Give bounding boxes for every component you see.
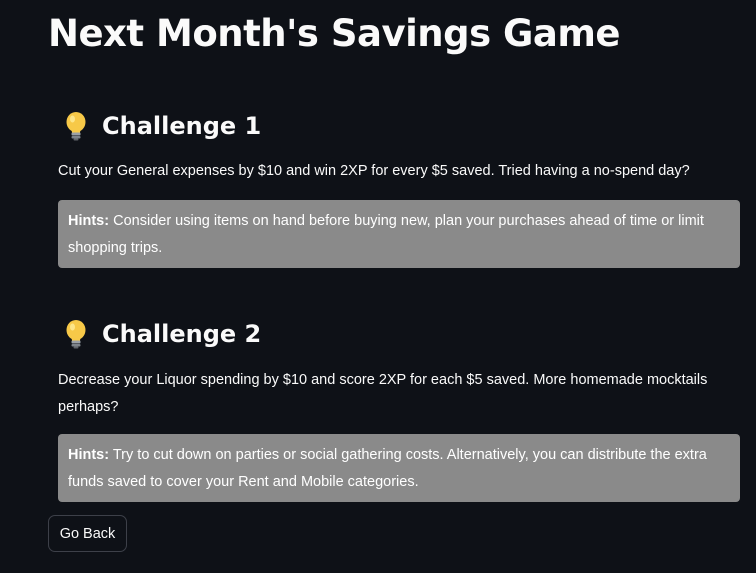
challenge-2-hint-text: Try to cut down on parties or social gat…: [68, 447, 707, 490]
challenge-1-title: Challenge 1: [102, 112, 262, 140]
challenge-2-title: Challenge 2: [102, 320, 262, 348]
lightbulb-icon: [62, 111, 90, 141]
challenge-2-hint-box: Hints: Try to cut down on parties or soc…: [58, 434, 740, 502]
challenge-2-heading: Challenge 2: [62, 314, 261, 354]
challenge-2-hint-label: Hints:: [68, 447, 110, 463]
page-title: Next Month's Savings Game: [48, 12, 620, 55]
challenge-1-heading: Challenge 1: [62, 106, 261, 146]
go-back-button[interactable]: Go Back: [48, 515, 127, 552]
lightbulb-icon: [62, 319, 90, 349]
challenge-1-hint-label: Hints:: [68, 213, 110, 229]
challenge-2-description: Decrease your Liquor spending by $10 and…: [58, 372, 708, 415]
challenge-1-description: Cut your General expenses by $10 and win…: [58, 163, 690, 179]
challenge-1-hint-box: Hints: Consider using items on hand befo…: [58, 200, 740, 268]
challenge-1-hint-text: Consider using items on hand before buyi…: [68, 213, 704, 256]
